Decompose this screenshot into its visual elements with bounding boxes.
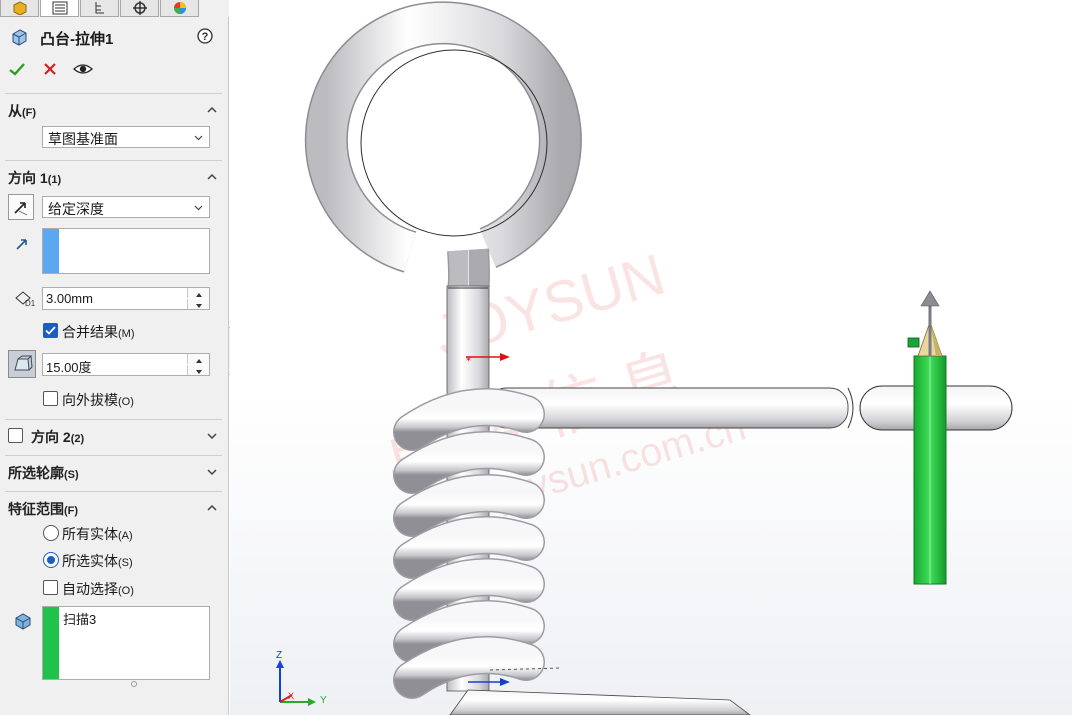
direction2-checkbox[interactable]	[8, 428, 23, 443]
checkmark-icon	[9, 63, 25, 76]
chevron-down-icon[interactable]	[206, 466, 218, 478]
tab-property-manager[interactable]	[40, 0, 79, 17]
direction-vector-selection-box[interactable]	[42, 228, 210, 274]
body-list-item[interactable]: 扫描3	[63, 609, 96, 628]
all-bodies-label[interactable]: 所有实体(A)	[62, 524, 133, 544]
all-bodies-radio[interactable]	[43, 525, 59, 541]
tab-dimxpert-manager[interactable]	[120, 0, 159, 17]
from-selected-value: 草图基准面	[48, 131, 118, 147]
section-selected-contours-title[interactable]: 所选轮廓(S)	[8, 463, 79, 483]
checkmark-icon	[45, 326, 56, 335]
divider	[5, 160, 222, 161]
merge-result-checkbox[interactable]	[43, 323, 58, 338]
property-manager-panel: 凸台-拉伸1 ? 从(F) 草图基准面 方向 1(1) 给定深度 D1 3.00…	[0, 0, 229, 715]
triad-x-label: X	[288, 691, 294, 701]
selection-color-bar	[43, 229, 59, 273]
ok-button[interactable]	[9, 61, 25, 80]
depth-icon: D1	[13, 289, 36, 310]
spring-coils	[393, 388, 545, 699]
feature-manager-icon	[13, 1, 26, 15]
depth-value: 3.00mm	[46, 291, 93, 306]
resize-grip[interactable]	[131, 681, 137, 687]
draft-icon	[14, 355, 33, 371]
bodies-selection-box[interactable]: 扫描3	[42, 606, 210, 680]
spring-lower-leg	[449, 667, 751, 715]
draft-outward-label[interactable]: 向外拔模(O)	[62, 390, 134, 410]
from-dropdown[interactable]: 草图基准面	[42, 126, 210, 148]
configuration-manager-icon	[95, 2, 104, 14]
spring-hook-ring	[304, 1, 582, 273]
tab-display-manager[interactable]	[160, 0, 199, 17]
end-condition-value: 给定深度	[48, 201, 104, 217]
close-icon	[44, 63, 56, 75]
crosshair-icon	[132, 1, 147, 15]
solid-body-icon	[13, 612, 33, 633]
chevron-up-icon[interactable]	[206, 502, 218, 514]
preview-button[interactable]	[73, 62, 93, 79]
chevron-down-icon	[194, 205, 203, 211]
chevron-down-icon	[194, 135, 203, 141]
depth-increment[interactable]	[187, 288, 209, 298]
draft-angle-input[interactable]: 15.00度	[42, 353, 210, 376]
direction-vector-icon	[14, 236, 30, 255]
selected-bodies-label[interactable]: 所选实体(S)	[62, 551, 133, 571]
section-from-title[interactable]: 从(F)	[8, 101, 36, 121]
divider	[5, 419, 222, 420]
property-manager-icon	[52, 1, 67, 15]
graphics-viewport[interactable]: JOYSUN 卓 盛 信 息 www.joysun.com.cn	[230, 0, 1072, 715]
draft-angle-value: 15.00度	[46, 360, 92, 375]
depth-input[interactable]: 3.00mm	[42, 287, 210, 310]
model-view[interactable]: JOYSUN 卓 盛 信 息 www.joysun.com.cn	[230, 0, 1072, 715]
svg-text:D1: D1	[25, 299, 35, 307]
svg-text:?: ?	[202, 31, 209, 43]
depth-decrement[interactable]	[187, 299, 209, 309]
draft-toggle-button[interactable]	[8, 350, 36, 378]
reference-triad: Z X Y	[276, 650, 327, 706]
auto-select-label[interactable]: 自动选择(O)	[62, 579, 134, 599]
feature-title: 凸台-拉伸1	[40, 31, 114, 48]
color-wheel-icon	[173, 2, 186, 14]
help-icon[interactable]: ?	[197, 28, 213, 47]
reverse-direction-icon	[14, 202, 28, 216]
spin-down-icon	[196, 304, 202, 308]
spin-down-icon	[196, 370, 202, 374]
divider	[5, 455, 222, 456]
reverse-direction-button[interactable]	[8, 194, 34, 220]
section-feature-scope-title[interactable]: 特征范围(F)	[8, 499, 78, 519]
triad-z-label: Z	[276, 650, 282, 661]
extrude-preview	[907, 290, 947, 585]
selection-color-bar	[43, 607, 59, 679]
section-direction2-title[interactable]: 方向 2(2)	[31, 427, 84, 447]
chevron-down-icon[interactable]	[206, 430, 218, 442]
svg-text:⁎: ⁎	[466, 353, 471, 364]
chevron-up-icon[interactable]	[206, 171, 218, 183]
tab-configuration-manager[interactable]	[80, 0, 119, 17]
auto-select-checkbox[interactable]	[43, 580, 58, 595]
merge-result-label[interactable]: 合并结果(M)	[62, 322, 135, 342]
draft-angle-increment[interactable]	[187, 354, 209, 364]
cancel-button[interactable]	[43, 62, 57, 79]
draft-angle-decrement[interactable]	[187, 365, 209, 375]
section-direction1-title[interactable]: 方向 1(1)	[8, 168, 61, 188]
eye-icon	[73, 64, 93, 74]
extrude-feature-icon	[9, 28, 29, 49]
divider	[5, 93, 222, 94]
triad-y-label: Y	[320, 695, 327, 706]
manager-tabs	[0, 0, 229, 17]
end-condition-dropdown[interactable]: 给定深度	[42, 196, 210, 218]
tab-feature-manager[interactable]	[0, 0, 39, 17]
selected-bodies-radio[interactable]	[43, 552, 59, 568]
chevron-up-icon[interactable]	[206, 104, 218, 116]
divider	[5, 491, 222, 492]
draft-outward-checkbox[interactable]	[43, 391, 58, 406]
